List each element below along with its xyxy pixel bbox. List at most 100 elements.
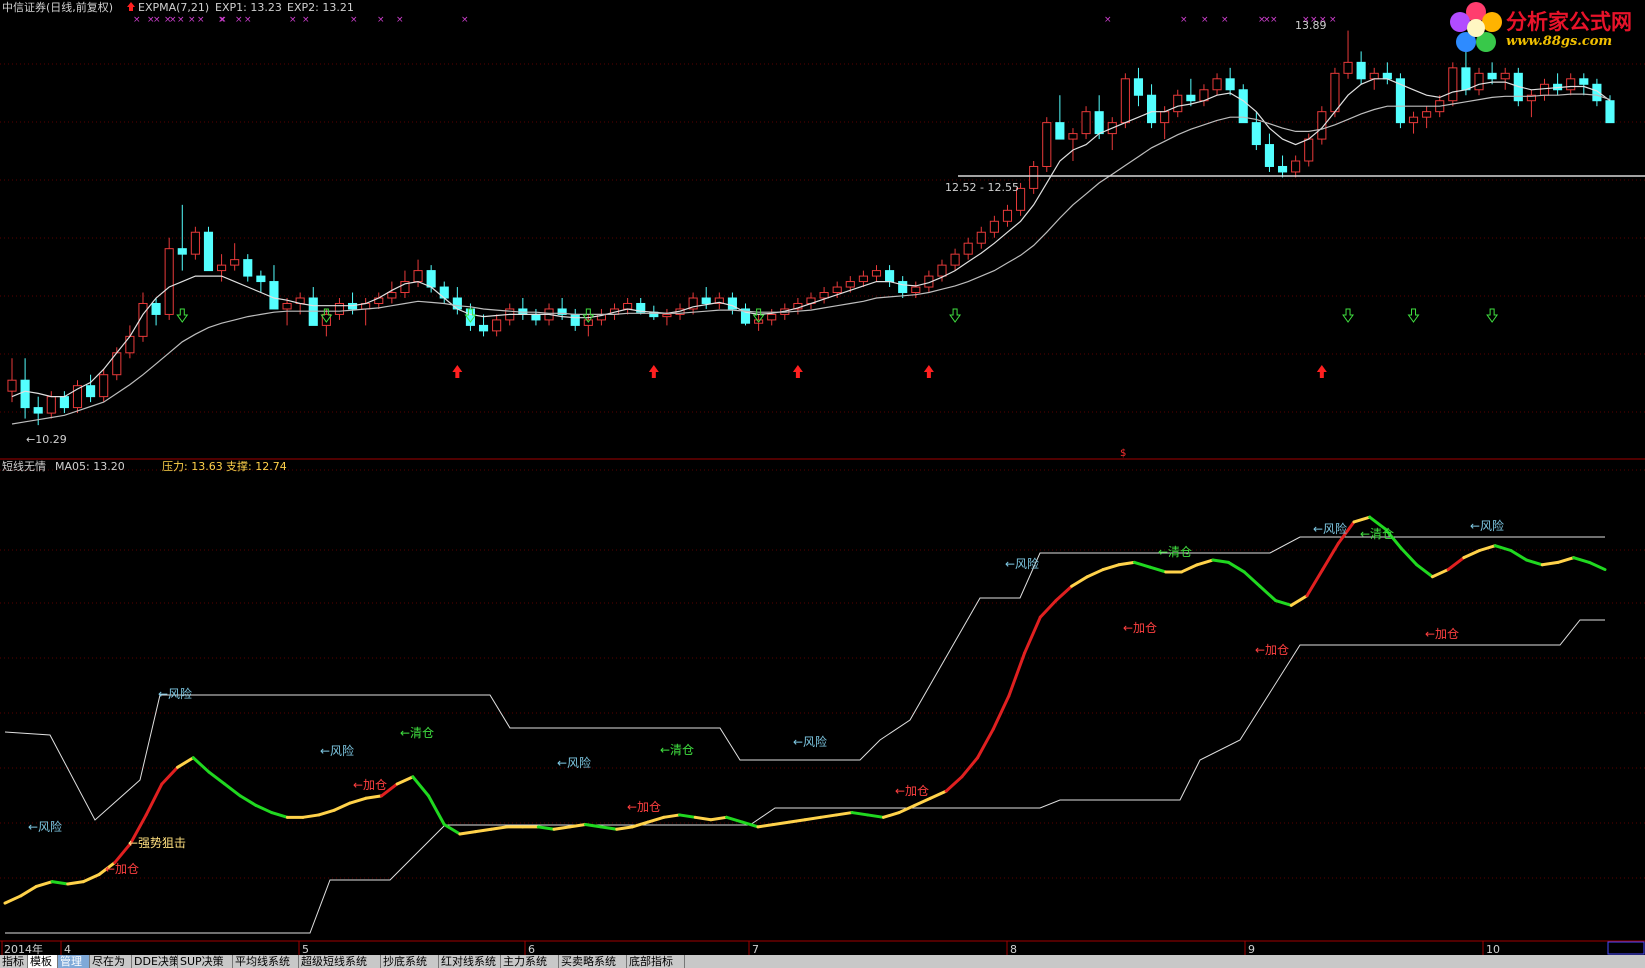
sell-arrow-icon <box>949 308 962 323</box>
candle-body <box>845 281 855 288</box>
pressure-value: 压力: 13.63 <box>162 460 223 473</box>
candle-body <box>1343 61 1353 74</box>
indicator-segment <box>348 796 368 805</box>
indicator-segment <box>395 775 415 786</box>
indicator-segment <box>238 794 258 807</box>
up-arrow-icon <box>127 2 135 11</box>
candles <box>7 30 1615 426</box>
range-label: 12.52 - 12.55 <box>945 181 1019 194</box>
candle-body <box>46 396 56 414</box>
indicator-segment <box>254 803 274 815</box>
indicator-annotation: ←清仓 <box>660 743 694 757</box>
indicator-segment <box>1085 568 1105 579</box>
candle-body <box>1002 209 1013 222</box>
tab-11[interactable]: 买卖略系统 <box>559 955 627 968</box>
support-line-lower <box>5 619 1605 934</box>
indicator-segment <box>1430 568 1450 579</box>
sell-arrow-shape <box>1342 308 1355 323</box>
indicator-segment <box>474 827 493 834</box>
candle-body <box>1382 72 1392 80</box>
candle-body <box>1173 94 1183 113</box>
indicator-annotation: ←风险 <box>320 743 354 758</box>
x-marker: × <box>244 15 252 25</box>
indicator-segment <box>913 796 932 807</box>
candle-body <box>1225 78 1235 91</box>
indicator-segment <box>709 815 729 822</box>
indicator-segment <box>881 811 901 819</box>
candle-body <box>1408 116 1419 124</box>
x-marker: × <box>1104 15 1112 25</box>
candle-body <box>1277 165 1288 173</box>
buy-arrow-shape <box>1316 365 1327 378</box>
candle-body <box>819 292 829 299</box>
tab-9[interactable]: 红对线系统 <box>439 955 501 968</box>
indicator-segment <box>411 775 431 798</box>
tab-3[interactable]: 尽在为 <box>90 955 132 968</box>
candle-body <box>33 407 43 414</box>
candle-body <box>478 324 489 332</box>
pressure-line <box>4 536 1605 821</box>
candle-body <box>125 335 135 354</box>
time-axis-label: 6 <box>528 943 535 955</box>
indicator-segment <box>1352 515 1372 524</box>
indicator-annotation: ←加仓 <box>895 784 929 798</box>
candle-body <box>1029 165 1039 189</box>
sell-arrow-icon <box>1486 308 1499 323</box>
candle-body <box>1251 122 1261 146</box>
indicator-segment <box>191 756 211 774</box>
tab-6[interactable]: 平均线系统 <box>233 955 299 968</box>
buy-arrow-icon <box>452 365 463 378</box>
candle-body <box>164 248 174 315</box>
indicator-segment <box>976 727 995 760</box>
candle-body <box>1422 111 1432 118</box>
candle-body <box>1539 83 1550 96</box>
indicator-segment <box>1305 568 1325 598</box>
indicator-segment <box>991 694 1011 731</box>
buy-arrow-shape <box>648 365 659 378</box>
x-marker: × <box>197 15 205 25</box>
indicator-name: EXPMA(7,21) <box>138 1 209 14</box>
candle-body <box>1120 78 1130 124</box>
tab-0[interactable]: 指标 <box>0 955 28 968</box>
tab-4[interactable]: DDE决策 <box>132 955 178 968</box>
indicator-segment <box>787 818 807 824</box>
x-marker: × <box>169 15 177 25</box>
indicator-segment <box>1148 565 1168 574</box>
indicator-segment <box>1540 560 1560 567</box>
indicator-segment <box>1399 546 1419 567</box>
tab-2[interactable]: 管理 <box>58 955 90 968</box>
indicator-annotation: ←风险 <box>1470 518 1504 533</box>
tab-10[interactable]: 主力系统 <box>501 955 559 968</box>
candle-body <box>217 264 227 272</box>
indicator-segment <box>458 830 478 836</box>
x-marker: × <box>1180 15 1188 25</box>
indicator-annotation: ←风险 <box>1005 556 1039 571</box>
indicator-segment <box>1258 584 1278 603</box>
indicator-annotation: ←加仓 <box>353 778 387 792</box>
candle-body <box>59 396 69 409</box>
candle-body <box>282 302 292 310</box>
candle-body <box>1500 72 1510 80</box>
candle-body <box>190 231 200 255</box>
candle-body <box>989 220 999 233</box>
tab-8[interactable]: 抄底系统 <box>381 955 439 968</box>
candle-body <box>99 374 109 398</box>
indicator-annotation: ←加仓 <box>1123 621 1157 635</box>
indicator-segment <box>756 822 776 829</box>
scroll-control <box>1607 941 1645 955</box>
indicator-annotation: ←清仓 <box>400 726 434 740</box>
flower-logo-icon <box>1450 2 1502 52</box>
indicator-annotation: ←加仓 <box>105 862 139 876</box>
indicator-segment <box>1556 556 1576 564</box>
indicator-segment <box>176 756 195 769</box>
x-marker: × <box>153 15 161 25</box>
tab-12[interactable]: 底部指标 <box>627 955 685 968</box>
tab-1[interactable]: 模板 <box>28 955 58 968</box>
indicator-segment <box>1054 584 1074 603</box>
indicator-segment <box>144 782 164 817</box>
tab-7[interactable]: 超级短线系统 <box>299 955 381 968</box>
candle-body <box>177 248 187 255</box>
x-marker: × <box>302 15 310 25</box>
stock-title: 中信证券(日线,前复权) <box>2 0 113 14</box>
tab-5[interactable]: SUP决策 <box>178 955 233 968</box>
